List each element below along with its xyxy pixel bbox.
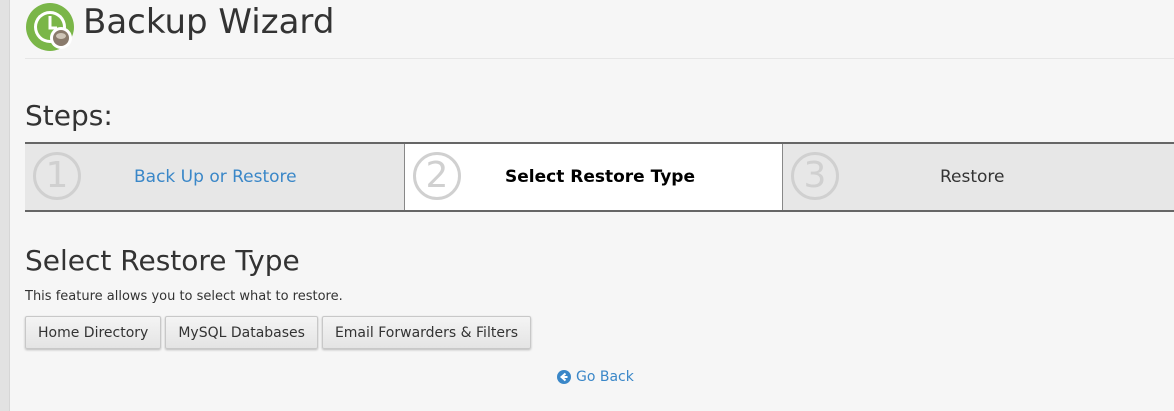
- steps-heading: Steps:: [25, 99, 113, 132]
- mysql-databases-button[interactable]: MySQL Databases: [165, 316, 318, 349]
- step-number-2: 2: [413, 152, 461, 200]
- step-number-3: 3: [791, 152, 839, 200]
- step-select-restore-type: 2 Select Restore Type: [404, 144, 783, 210]
- step-label-back-up-or-restore[interactable]: Back Up or Restore: [134, 144, 297, 210]
- section-description: This feature allows you to select what t…: [25, 289, 343, 304]
- steps-bar: 1 Back Up or Restore 2 Select Restore Ty…: [25, 142, 1174, 212]
- section-title: Select Restore Type: [25, 244, 300, 277]
- go-back-label: Go Back: [576, 369, 634, 385]
- step-label-restore: Restore: [940, 167, 1005, 187]
- backup-wizard-icon: [26, 3, 74, 51]
- email-forwarders-filters-button[interactable]: Email Forwarders & Filters: [321, 316, 531, 349]
- page-content: Backup Wizard Steps: 1 Back Up or Restor…: [25, 0, 1174, 411]
- arrow-circle-left-icon: [557, 370, 571, 384]
- restore-type-buttons: Home Directory MySQL Databases Email For…: [25, 316, 531, 349]
- page-title: Backup Wizard: [83, 2, 335, 42]
- step-label-select-restore-type: Select Restore Type: [505, 167, 695, 187]
- step-restore: 3 Restore: [783, 144, 1174, 210]
- home-directory-button[interactable]: Home Directory: [25, 316, 162, 349]
- left-rail: [0, 0, 10, 411]
- go-back-link[interactable]: Go Back: [557, 369, 634, 385]
- step-number-1: 1: [33, 152, 81, 200]
- page-header: Backup Wizard: [25, 0, 1174, 59]
- step-back-up-or-restore[interactable]: 1 Back Up or Restore: [25, 144, 404, 210]
